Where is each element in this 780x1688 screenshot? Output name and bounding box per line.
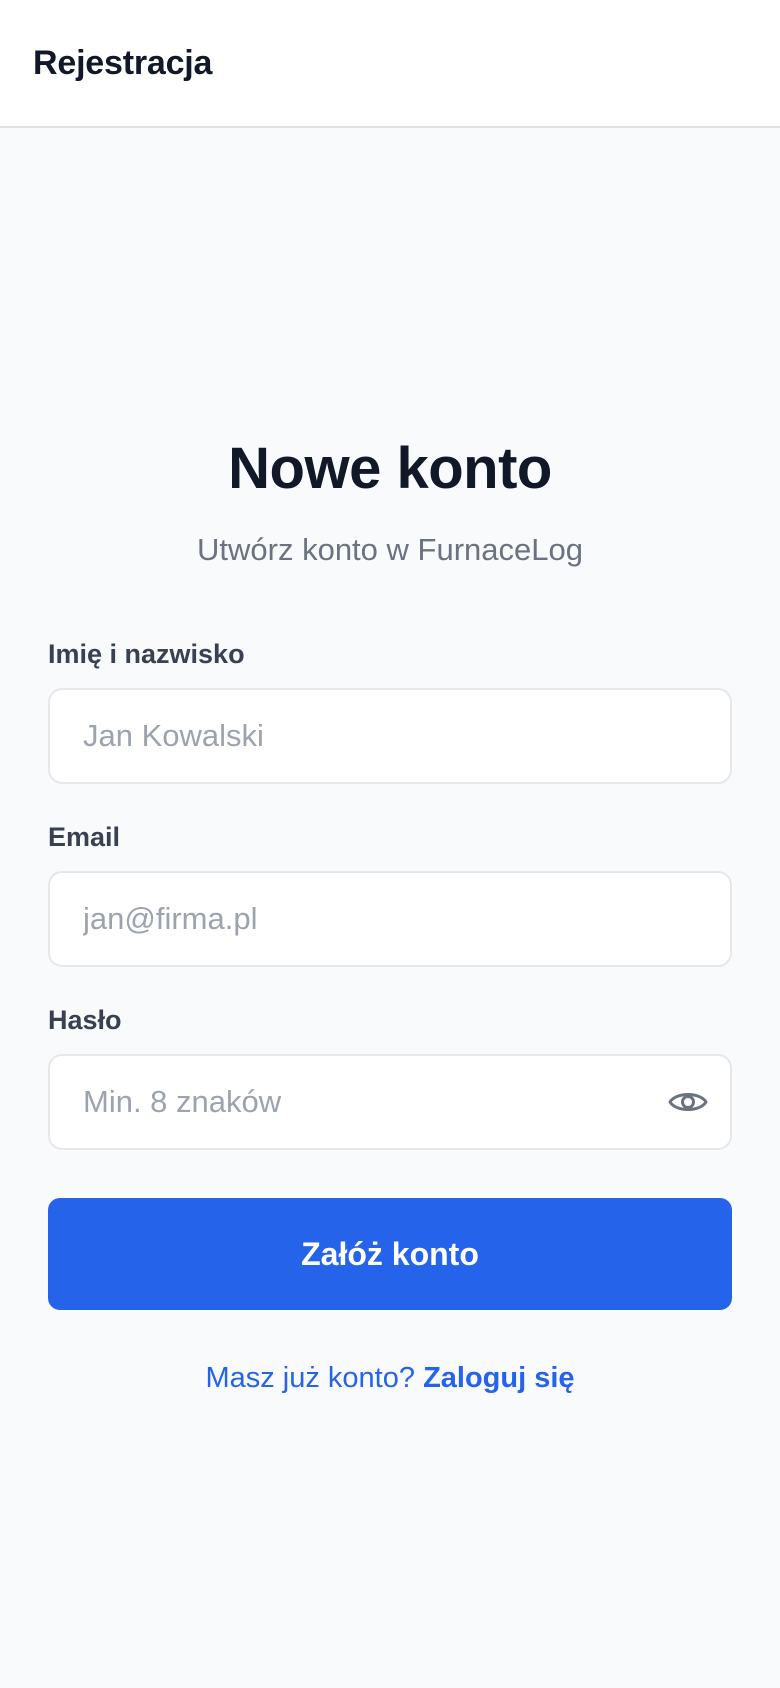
header-title: Rejestracja <box>33 43 213 82</box>
password-field-group: Hasło <box>48 1007 732 1150</box>
app-header: Rejestracja <box>0 0 780 128</box>
eye-icon-graphic <box>668 1093 708 1111</box>
name-input-wrapper <box>48 688 732 784</box>
login-link[interactable]: Zaloguj się <box>423 1362 574 1394</box>
name-label: Imię i nazwisko <box>48 639 245 669</box>
login-prompt-line: Masz już konto? Zaloguj się <box>48 1364 732 1393</box>
form-subheading: Utwórz konto w FurnaceLog <box>197 532 583 567</box>
password-label: Hasło <box>48 1005 122 1035</box>
form-heading: Nowe konto <box>228 436 552 501</box>
name-field-group: Imię i nazwisko <box>48 641 732 784</box>
email-input[interactable] <box>50 873 730 965</box>
email-label: Email <box>48 822 121 852</box>
login-prompt-text: Masz już konto? <box>205 1362 415 1394</box>
registration-form: Nowe konto Utwórz konto w FurnaceLog Imi… <box>0 440 780 1393</box>
email-input-wrapper <box>48 871 732 967</box>
password-input[interactable] <box>50 1056 730 1148</box>
email-field-group: Email <box>48 824 732 967</box>
eye-icon[interactable] <box>666 1080 710 1124</box>
create-account-button[interactable]: Załóż konto <box>48 1198 732 1310</box>
password-input-wrapper <box>48 1054 732 1150</box>
name-input[interactable] <box>50 690 730 782</box>
